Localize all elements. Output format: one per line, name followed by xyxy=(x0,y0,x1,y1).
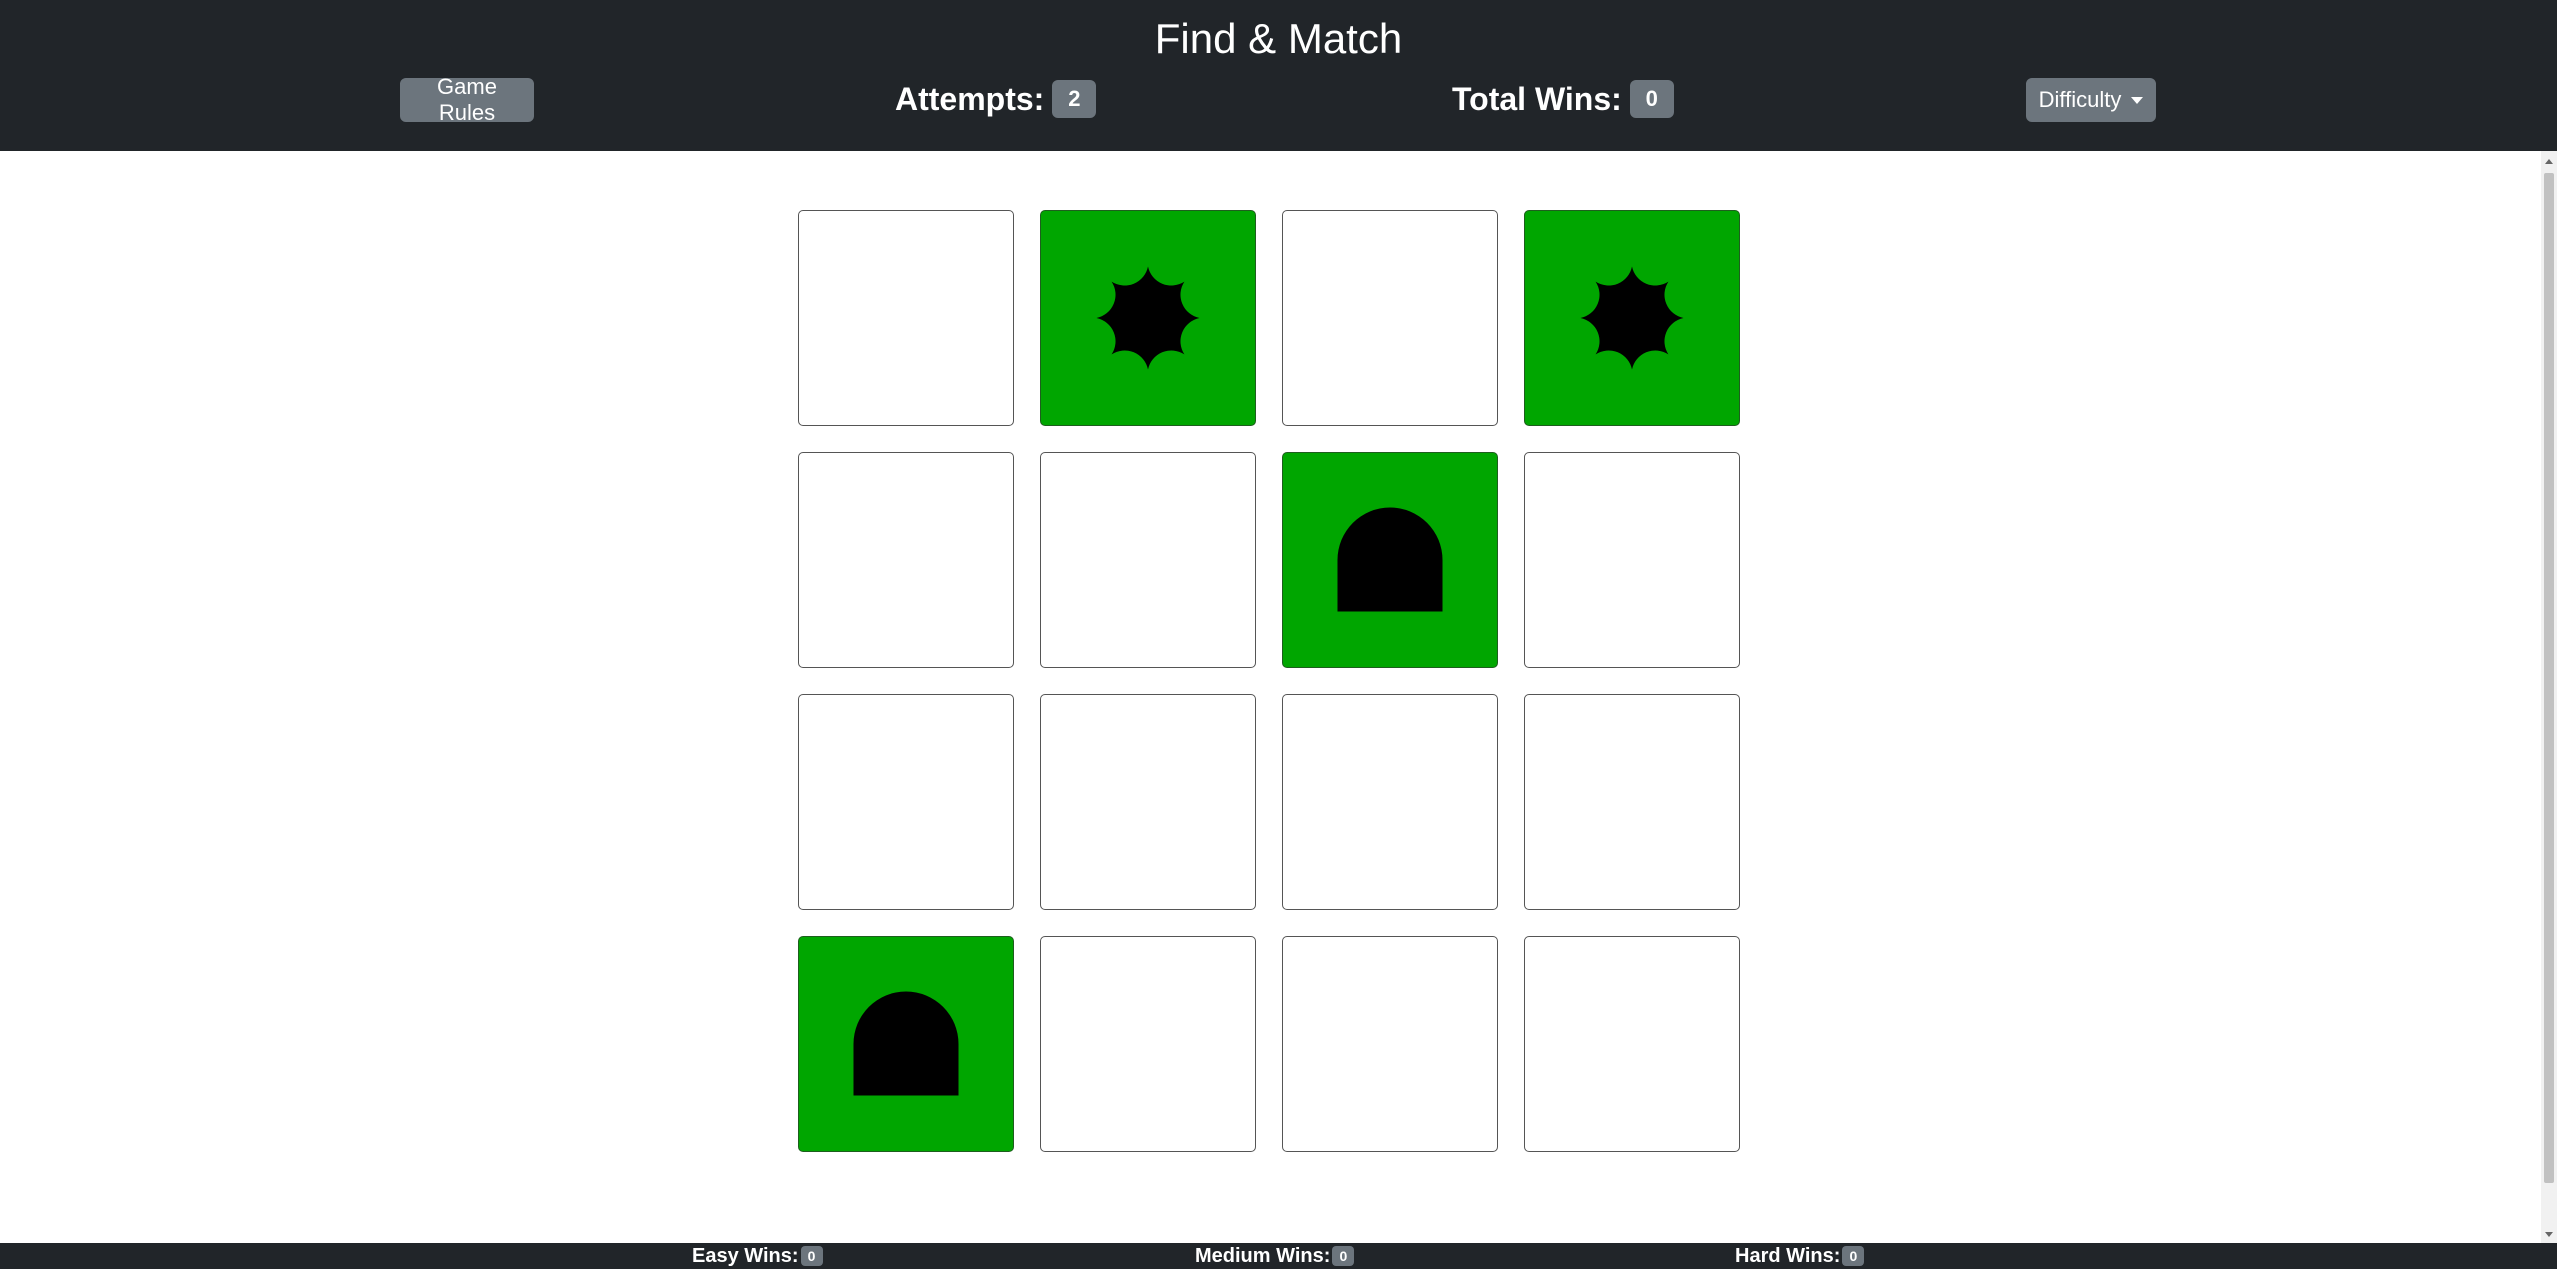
card-hidden[interactable] xyxy=(798,210,1014,426)
card-hidden[interactable] xyxy=(798,452,1014,668)
hard-wins-badge: 0 xyxy=(1842,1246,1865,1266)
arch-icon xyxy=(853,991,959,1096)
attempts-badge: 2 xyxy=(1052,80,1097,118)
card-matched[interactable] xyxy=(798,936,1014,1152)
easy-wins-badge: 0 xyxy=(800,1246,823,1266)
card-hidden[interactable] xyxy=(1040,452,1256,668)
medium-wins-badge: 0 xyxy=(1332,1246,1355,1266)
star-burst-icon xyxy=(1096,266,1200,370)
hard-wins-label: Hard Wins: xyxy=(1735,1244,1841,1267)
scrollbar-thumb[interactable] xyxy=(2544,173,2554,1183)
card-matched[interactable] xyxy=(1040,210,1256,426)
total-wins-badge: 0 xyxy=(1629,80,1674,118)
game-rules-button[interactable]: Game Rules xyxy=(400,74,534,125)
game-board xyxy=(798,210,1742,1154)
card-hidden[interactable] xyxy=(1524,936,1740,1152)
card-hidden[interactable] xyxy=(1524,694,1740,910)
card-hidden[interactable] xyxy=(1524,452,1740,668)
scroll-down-arrow-icon[interactable] xyxy=(2545,1232,2553,1237)
total-wins-label: Total Wins: xyxy=(1452,80,1622,117)
difficulty-dropdown-button[interactable]: Difficulty xyxy=(2026,78,2156,122)
hard-wins-counter: Hard Wins: 0 xyxy=(1735,1243,1865,1269)
footer-bar: Easy Wins: 0 Medium Wins: 0 Hard Wins: 0 xyxy=(0,1243,2557,1269)
card-hidden[interactable] xyxy=(1040,694,1256,910)
game-title: Find & Match xyxy=(1154,15,1403,62)
scroll-up-arrow-icon[interactable] xyxy=(2545,159,2553,164)
star-burst-icon xyxy=(1580,266,1684,370)
total-wins-counter: Total Wins: 0 xyxy=(1452,76,1674,122)
card-matched[interactable] xyxy=(1282,452,1498,668)
top-navbar: Find & Match Game Rules Attempts: 2 Tota… xyxy=(0,0,2557,151)
easy-wins-counter: Easy Wins: 0 xyxy=(692,1243,823,1269)
card-hidden[interactable] xyxy=(1282,936,1498,1152)
easy-wins-label: Easy Wins: xyxy=(692,1244,799,1267)
difficulty-label: Difficulty xyxy=(2038,87,2122,112)
medium-wins-label: Medium Wins: xyxy=(1195,1244,1331,1267)
card-hidden[interactable] xyxy=(1282,210,1498,426)
vertical-scrollbar[interactable] xyxy=(2541,151,2557,1243)
medium-wins-counter: Medium Wins: 0 xyxy=(1195,1243,1355,1269)
card-hidden[interactable] xyxy=(1282,694,1498,910)
arch-icon xyxy=(1337,507,1443,612)
card-matched[interactable] xyxy=(1524,210,1740,426)
attempts-label: Attempts: xyxy=(895,80,1045,117)
caret-down-icon xyxy=(2131,96,2144,104)
card-hidden[interactable] xyxy=(1040,936,1256,1152)
attempts-counter: Attempts: 2 xyxy=(895,76,1097,122)
card-hidden[interactable] xyxy=(798,694,1014,910)
